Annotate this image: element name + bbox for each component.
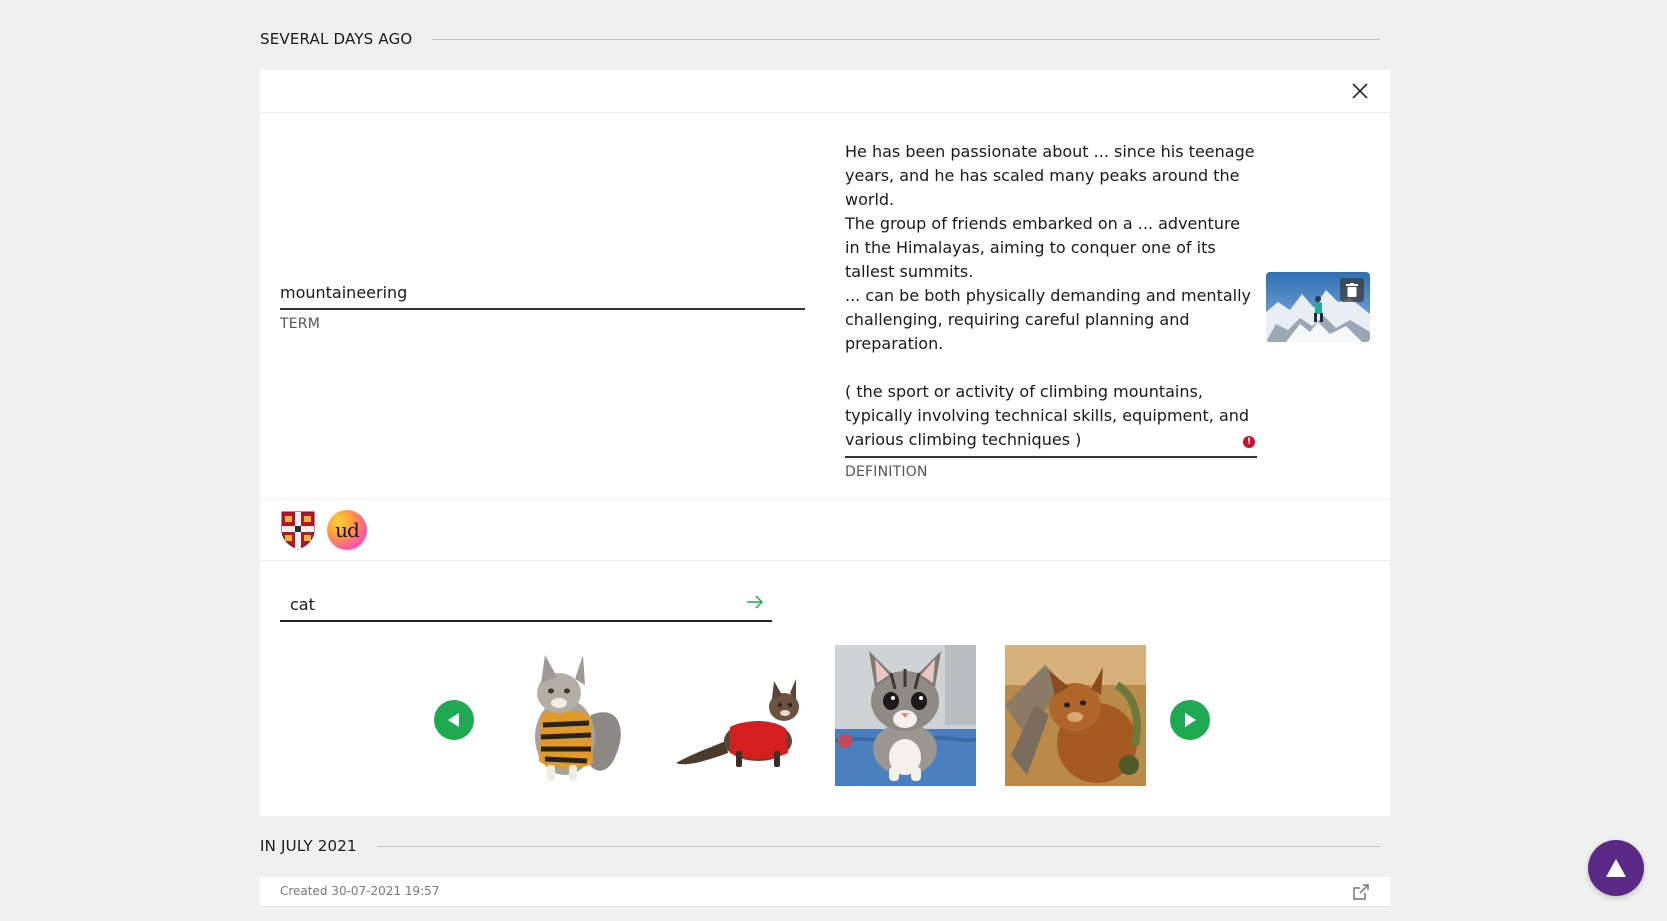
cat-red-sweater-image	[666, 645, 816, 795]
definition-meaning: ( the sport or activity of climbing moun…	[845, 382, 1250, 449]
close-icon[interactable]	[1349, 80, 1371, 102]
section-header-july-2021: IN JULY 2021	[260, 837, 1380, 855]
triangle-up-icon	[1606, 859, 1626, 877]
definition-field[interactable]: He has been passionate about ... since h…	[845, 140, 1257, 480]
image-search-input[interactable]	[290, 592, 710, 616]
cat-tiger-sweater-image	[495, 645, 645, 795]
tabby-kitten-image	[835, 645, 976, 786]
image-result[interactable]	[666, 645, 816, 795]
urban-dictionary-icon[interactable]: ud	[327, 510, 367, 550]
term-caption: TERM	[280, 316, 321, 332]
image-result[interactable]	[1005, 645, 1146, 786]
play-right-icon	[1185, 713, 1196, 727]
play-left-icon	[448, 713, 459, 727]
term-field[interactable]: mountaineering TERM	[280, 283, 805, 332]
arrow-right-icon[interactable]	[744, 592, 766, 612]
trash-icon	[1346, 283, 1358, 297]
section-divider	[376, 845, 1380, 847]
section-heading: IN JULY 2021	[260, 837, 357, 855]
definition-example: ... can be both physically demanding and…	[845, 286, 1252, 353]
mountaineer-thumbnail[interactable]	[1266, 272, 1370, 342]
external-link-icon[interactable]	[1351, 882, 1371, 902]
carousel-prev-button[interactable]	[434, 700, 474, 740]
definition-caption: DEFINITION	[845, 464, 928, 480]
image-result[interactable]	[495, 645, 645, 795]
vocabulary-entry-card: mountaineering TERM He has been passiona…	[260, 70, 1390, 816]
definition-example: The group of friends embarked on a ... a…	[845, 214, 1241, 281]
card-toolbar	[260, 70, 1390, 113]
term-input[interactable]: mountaineering	[280, 283, 805, 310]
definition-input[interactable]: He has been passionate about ... since h…	[845, 140, 1257, 458]
created-timestamp: Created 30-07-2021 19:57	[280, 884, 440, 898]
carousel-next-button[interactable]	[1170, 700, 1210, 740]
wild-cat-image	[1005, 645, 1146, 786]
cambridge-crest-icon[interactable]	[280, 510, 316, 554]
error-icon[interactable]: !	[1243, 436, 1255, 448]
image-search-field[interactable]	[280, 586, 772, 622]
definition-example: He has been passionate about ... since h…	[845, 142, 1255, 209]
section-heading: SEVERAL DAYS AGO	[260, 30, 413, 48]
definition-spacer	[845, 356, 1257, 380]
vocabulary-entry-card-collapsed[interactable]: Created 30-07-2021 19:57	[260, 877, 1390, 907]
scroll-to-top-button[interactable]	[1588, 840, 1644, 896]
delete-image-button[interactable]	[1340, 278, 1364, 302]
image-result[interactable]	[835, 645, 976, 786]
dictionary-sources: ud	[260, 499, 1390, 561]
section-divider	[432, 38, 1380, 40]
section-header-recent: SEVERAL DAYS AGO	[260, 30, 1380, 48]
